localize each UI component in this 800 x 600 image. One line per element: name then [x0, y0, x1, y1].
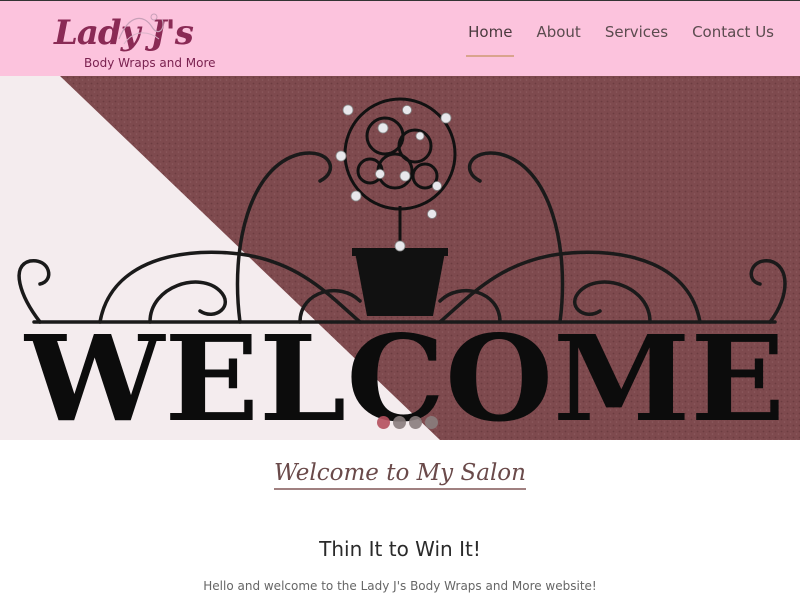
- hero-slider[interactable]: WELCOME: [0, 76, 800, 440]
- slider-dot[interactable]: [393, 416, 406, 429]
- slider-dot[interactable]: [425, 416, 438, 429]
- section-heading: Thin It to Win It!: [319, 537, 481, 561]
- page: Lady J's Body Wraps and More Home About …: [0, 0, 800, 600]
- nav-about[interactable]: About: [534, 23, 582, 53]
- flourish-icon: [118, 13, 164, 45]
- hero-image: WELCOME: [0, 76, 800, 440]
- main-nav: Home About Services Contact Us: [466, 23, 776, 57]
- slider-dots: [377, 416, 438, 429]
- logo-subtitle: Body Wraps and More: [84, 56, 216, 70]
- site-logo[interactable]: Lady J's Body Wraps and More: [54, 9, 216, 73]
- intro-text: Hello and welcome to the Lady J's Body W…: [203, 579, 597, 593]
- site-header: Lady J's Body Wraps and More Home About …: [0, 0, 800, 76]
- slider-dot[interactable]: [377, 416, 390, 429]
- slider-dot[interactable]: [409, 416, 422, 429]
- salon-tagline: Welcome to My Salon: [274, 460, 526, 490]
- nav-contact-us[interactable]: Contact Us: [690, 23, 776, 53]
- tagline-section: Welcome to My Salon: [0, 460, 800, 490]
- nav-services[interactable]: Services: [603, 23, 670, 53]
- nav-home[interactable]: Home: [466, 23, 515, 57]
